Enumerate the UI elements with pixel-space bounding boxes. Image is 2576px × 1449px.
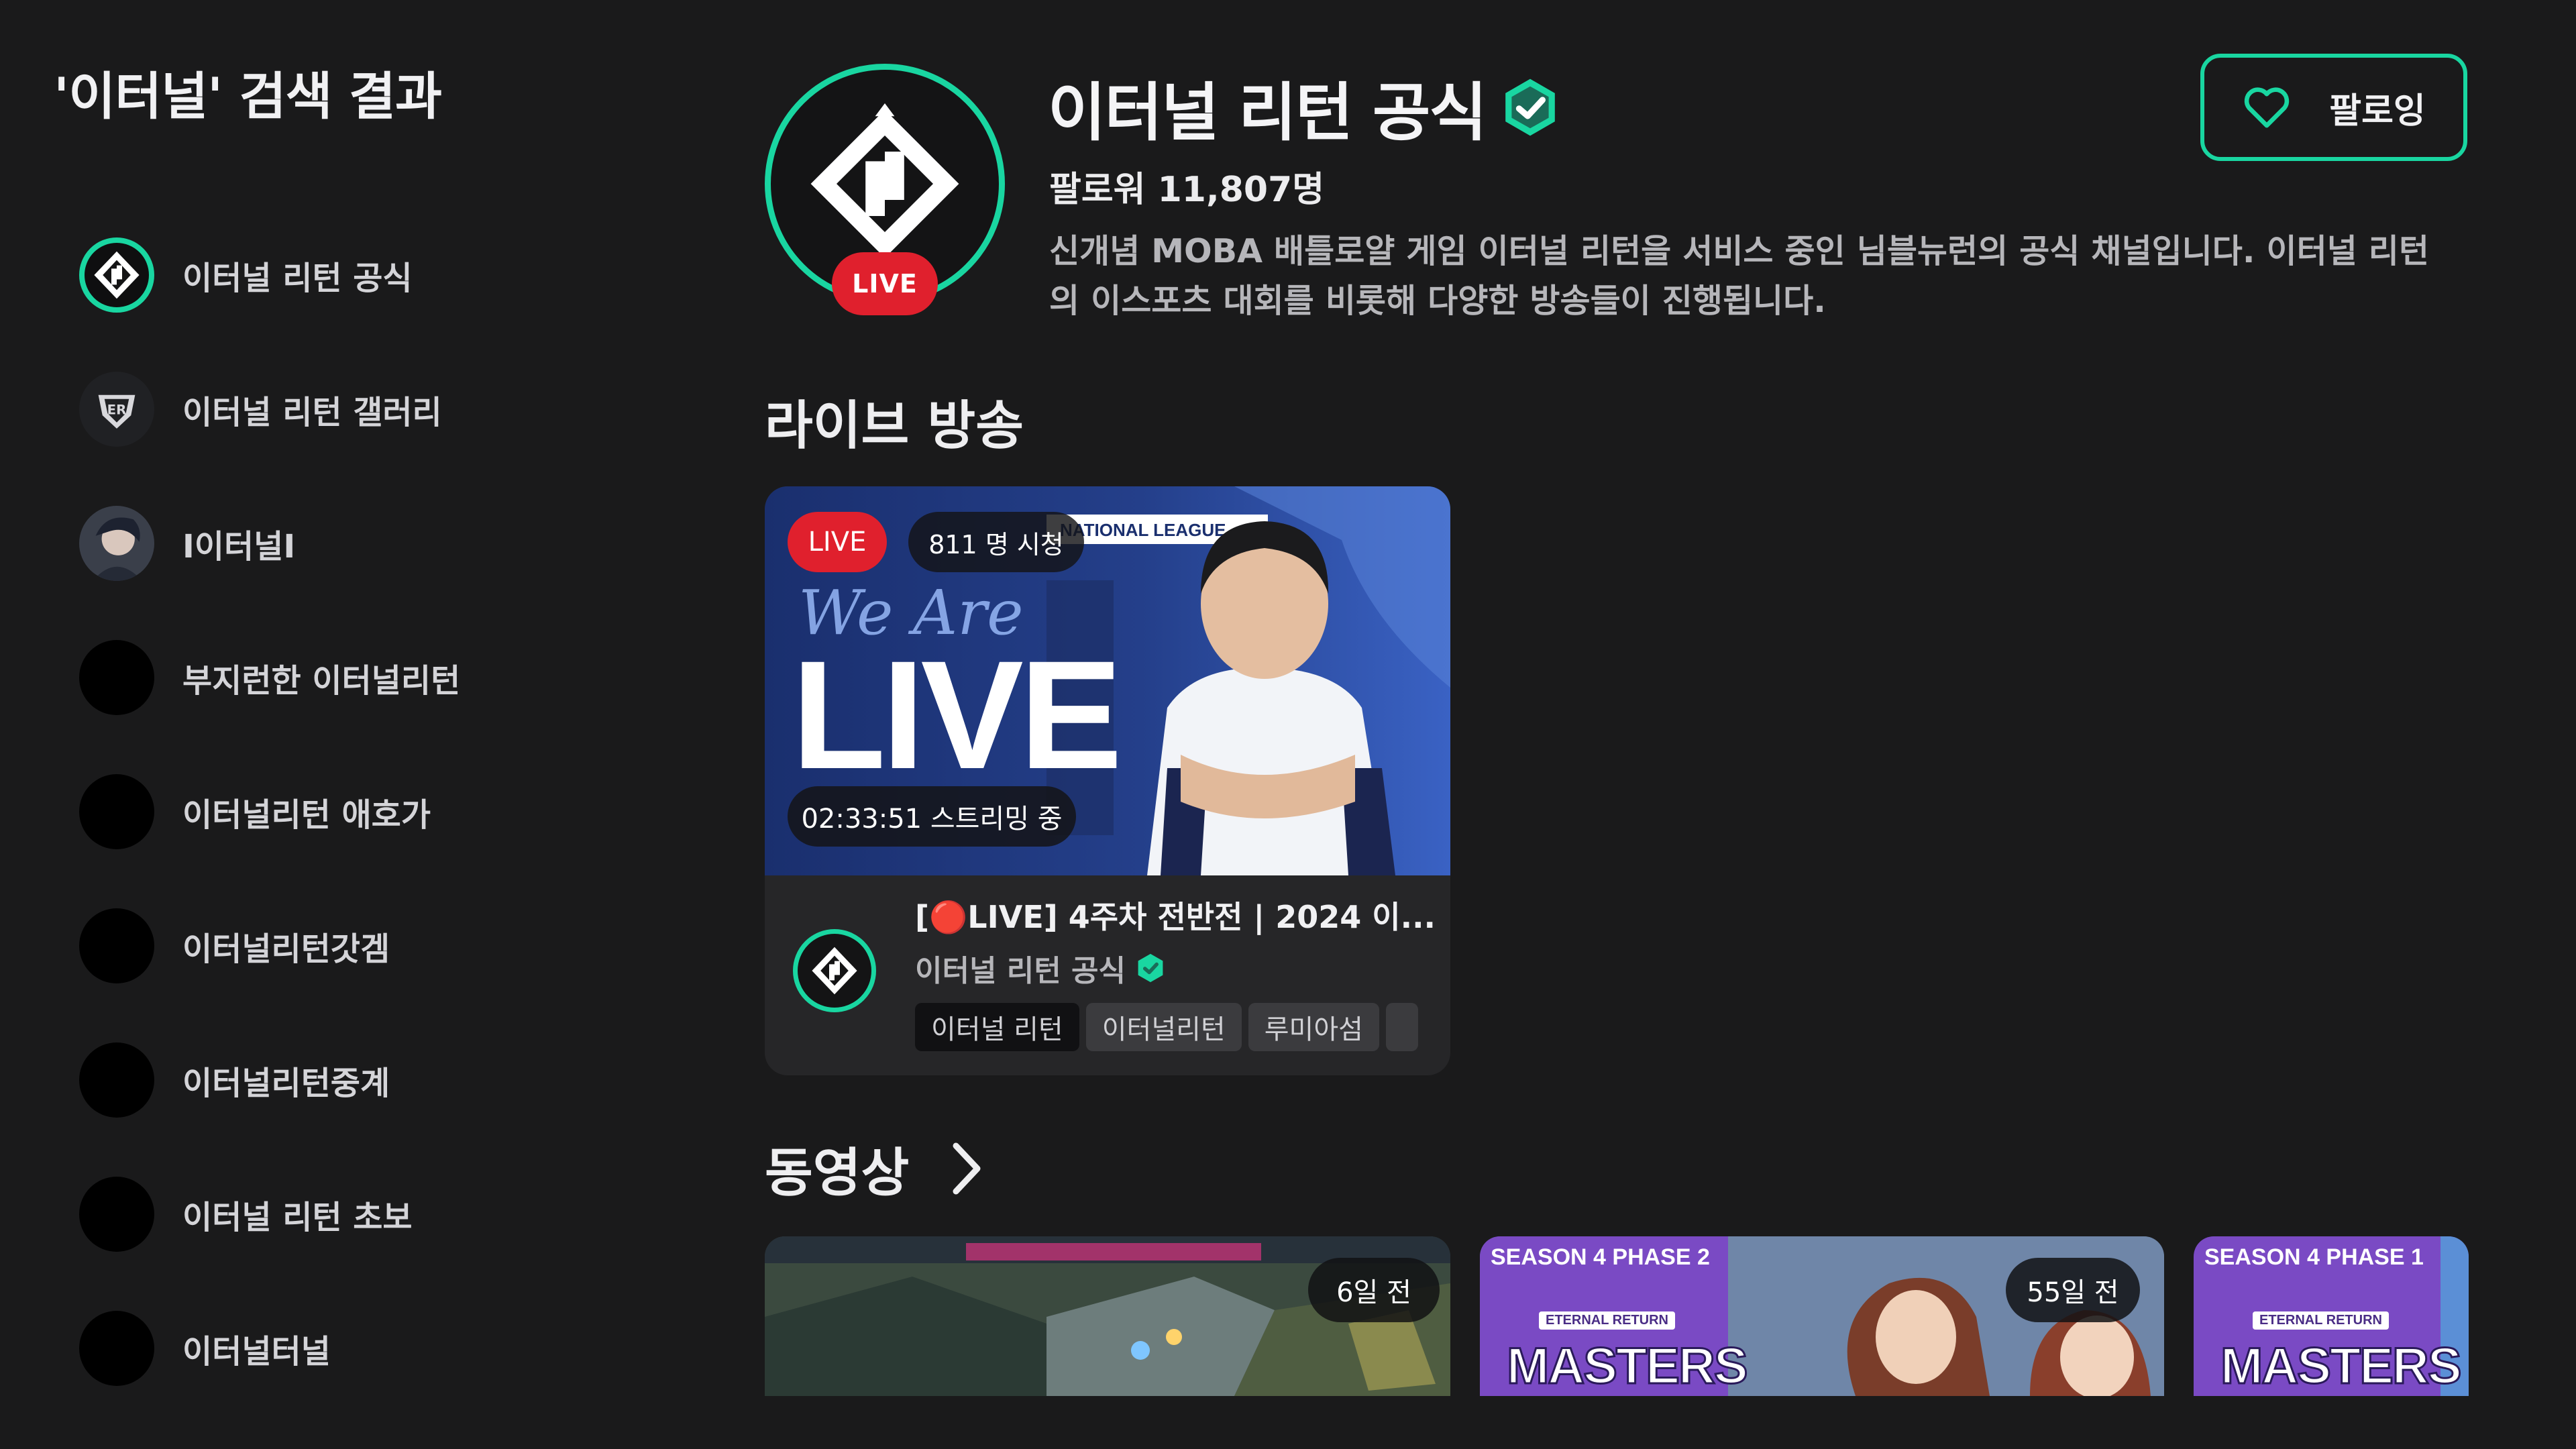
svg-text:ER: ER (107, 402, 127, 418)
live-stream-thumbnail[interactable]: We Are LIVE NATIONAL LEAGUE LIVE 811 명 시… (765, 486, 1450, 875)
stream-tag[interactable]: 이터널 리턴 (915, 1003, 1079, 1051)
viewer-count: 811 명 시청 (908, 512, 1084, 572)
eternal-return-logo-icon (810, 103, 959, 258)
eternal-return-logo-icon (79, 237, 154, 313)
video-season-label: SEASON 4 PHASE 2 (1491, 1244, 1710, 1270)
stream-channel[interactable]: 이터널 리턴 공식 (915, 947, 1166, 989)
chevron-right-icon (953, 1142, 981, 1195)
verified-badge-icon (1505, 78, 1555, 136)
channel-result-label: 이터널터널 (182, 1333, 331, 1371)
video-age-badge: 55일 전 (2006, 1258, 2140, 1322)
verified-badge-icon (1138, 953, 1163, 983)
stream-channel-name: 이터널 리턴 공식 (915, 954, 1126, 988)
live-stream-card[interactable]: We Are LIVE NATIONAL LEAGUE LIVE 811 명 시… (765, 486, 1450, 1075)
thumb-big-text: LIVE (792, 629, 1118, 801)
channel-name-text: 이터널 리턴 공식 (1048, 76, 1487, 150)
channel-result-label: I이터널I (182, 528, 296, 566)
stream-tag-overflow[interactable] (1385, 1003, 1418, 1051)
video-card[interactable]: SEASON 4 PHASE 2 ETERNAL RETURN MASTERS … (1480, 1236, 2164, 1396)
channel-result-item[interactable]: 이터널리턴갓겜 (79, 879, 460, 1013)
follow-button-label: 팔로잉 (2329, 91, 2426, 131)
eternal-return-logo-icon (812, 947, 857, 995)
card-channel-avatar[interactable] (793, 929, 876, 1012)
video-brand-label: ETERNAL RETURN (2253, 1311, 2389, 1330)
channel-result-label: 부지런한 이터널리턴 (182, 662, 461, 700)
stream-tag[interactable]: 이터널리턴 (1085, 1003, 1242, 1051)
search-results-title: '이터널' 검색 결과 (54, 66, 442, 126)
channel-result-item[interactable]: 이터널리턴중계 (79, 1013, 460, 1147)
channel-result-item[interactable]: 이터널 리턴 초보 (79, 1147, 460, 1281)
video-section-title: 동영상 (765, 1143, 910, 1203)
channel-result-label: 이터널리턴 애호가 (182, 796, 431, 834)
channel-result-item[interactable]: 부지런한 이터널리턴 (79, 610, 460, 745)
channel-result-item[interactable]: I이터널I (79, 476, 460, 610)
video-card[interactable]: 6일 전 (765, 1236, 1450, 1396)
channel-result-item[interactable]: ER 이터널 리턴 갤러리 (79, 342, 460, 476)
stream-title[interactable]: [🔴LIVE] 4주차 전반전 | 2024 이... (915, 893, 1438, 937)
channel-result-item[interactable]: 이터널 리턴 공식 (79, 208, 460, 342)
stream-duration: 02:33:51 스트리밍 중 (788, 786, 1076, 847)
character-portrait-icon (79, 506, 154, 581)
channel-result-label: 이터널리턴중계 (182, 1065, 390, 1102)
default-avatar-icon (79, 640, 154, 715)
channel-title: 이터널 리턴 공식 (1048, 62, 1561, 153)
video-section-header[interactable]: 동영상 (765, 1131, 984, 1206)
channel-result-label: 이터널 리턴 갤러리 (182, 394, 442, 431)
channel-result-item[interactable]: 이터널터널 (79, 1281, 460, 1415)
channel-result-label: 이터널 리턴 초보 (182, 1199, 413, 1236)
default-avatar-icon (79, 1042, 154, 1118)
video-card[interactable]: SEASON 4 PHASE 1 ETERNAL RETURN MASTERS (2194, 1236, 2469, 1396)
video-masters-text: MASTERS (1506, 1337, 1750, 1396)
thumb-live-pill: LIVE (788, 512, 887, 572)
video-age-badge: 6일 전 (1308, 1258, 1440, 1322)
live-section-title: 라이브 방송 (765, 396, 1024, 456)
video-season-label: SEASON 4 PHASE 1 (2204, 1244, 2424, 1270)
thumb-league-text: NATIONAL LEAGUE (1060, 520, 1226, 540)
channel-result-label: 이터널리턴갓겜 (182, 930, 390, 968)
follow-button[interactable]: 팔로잉 (2200, 54, 2467, 161)
default-avatar-icon (79, 1311, 154, 1386)
gallery-shield-logo-icon: ER (79, 372, 154, 447)
channel-result-list: 이터널 리턴 공식 ER 이터널 리턴 갤러리 I이터널I 부지런한 이터널리턴… (79, 208, 460, 1415)
default-avatar-icon (79, 774, 154, 849)
channel-result-label: 이터널 리턴 공식 (182, 260, 413, 297)
heart-outline-icon (2245, 87, 2290, 128)
profile-live-badge: LIVE (832, 252, 938, 315)
channel-description: 신개념 MOBA 배틀로얄 게임 이터널 리턴을 서비스 중인 님블뉴런의 공식… (1049, 232, 2429, 320)
follower-count: 팔로워 11,807명 (1049, 170, 1325, 210)
video-masters-text: MASTERS (2220, 1337, 2463, 1396)
default-avatar-icon (79, 1177, 154, 1252)
search-results-sidebar: '이터널' 검색 결과 이터널 리턴 공식 ER 이터널 리턴 갤러리 I이터널… (0, 0, 711, 1449)
video-brand-label: ETERNAL RETURN (1539, 1311, 1675, 1330)
stream-tags: 이터널 리턴 이터널리턴 루미아섬 (915, 1003, 1438, 1051)
channel-result-item[interactable]: 이터널리턴 애호가 (79, 745, 460, 879)
default-avatar-icon (79, 908, 154, 983)
stream-tag[interactable]: 루미아섬 (1248, 1003, 1379, 1051)
